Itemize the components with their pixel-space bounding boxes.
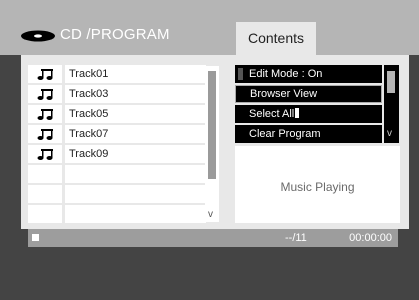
menu-item-label: Select All xyxy=(249,108,295,120)
music-note-cell xyxy=(28,105,62,123)
scrollbar-thumb[interactable] xyxy=(387,71,395,93)
track-label: Track09 xyxy=(69,148,109,160)
stop-icon xyxy=(32,234,39,241)
scroll-down-indicator: v xyxy=(387,128,392,139)
music-note-cell xyxy=(28,85,62,103)
empty-cell xyxy=(28,165,62,183)
music-note-icon xyxy=(37,109,53,120)
track-label: Track03 xyxy=(69,88,109,100)
music-note-icon xyxy=(37,69,53,80)
track-row[interactable]: Track07 xyxy=(28,125,206,143)
music-note-cell xyxy=(28,65,62,83)
menu-item-label: Clear Program xyxy=(249,128,321,140)
empty-cell xyxy=(28,185,62,203)
track-label: Track05 xyxy=(69,108,109,120)
music-note-icon xyxy=(37,149,53,160)
empty-row xyxy=(28,205,206,223)
empty-cell xyxy=(180,205,204,223)
status-bar: --/11 00:00:00 xyxy=(28,229,398,247)
track-extra-cell xyxy=(180,85,204,103)
track-row[interactable]: Track03 xyxy=(28,85,206,103)
empty-row xyxy=(28,185,206,203)
text-cursor xyxy=(295,108,300,118)
track-label: Track07 xyxy=(69,128,109,140)
empty-cell xyxy=(180,165,204,183)
track-extra-cell xyxy=(180,125,204,143)
track-row[interactable]: Track05 xyxy=(28,105,206,123)
track-row[interactable]: Track09 xyxy=(28,145,206,163)
header-bar: CD /PROGRAM Contents xyxy=(0,0,419,55)
music-note-icon xyxy=(37,89,53,100)
track-extra-cell xyxy=(180,65,204,83)
scroll-down-indicator: v xyxy=(208,209,213,220)
empty-row xyxy=(28,165,206,183)
menu-item-label: Edit Mode : On xyxy=(249,68,323,80)
track-extra-cell xyxy=(180,145,204,163)
elapsed-time: 00:00:00 xyxy=(349,232,392,244)
menu-item-browser-view[interactable]: Browser View xyxy=(235,85,382,103)
scrollbar-thumb[interactable] xyxy=(208,71,216,179)
music-note-icon xyxy=(37,129,53,140)
cd-program-screen: CD /PROGRAM Contents Track01 Track03 Tra… xyxy=(0,0,419,300)
menu-scrollbar[interactable]: v xyxy=(384,65,399,143)
tab-contents[interactable]: Contents xyxy=(236,22,316,55)
music-note-cell xyxy=(28,145,62,163)
menu-item-edit-mode[interactable]: Edit Mode : On xyxy=(235,65,382,83)
menu-item-select-all[interactable]: Select All xyxy=(235,105,382,123)
playback-status-text: Music Playing xyxy=(280,180,355,194)
menu-item-clear-program[interactable]: Clear Program xyxy=(235,125,382,143)
empty-cell xyxy=(28,205,62,223)
track-list-scrollbar[interactable]: v xyxy=(205,66,219,222)
menu-item-label: Browser View xyxy=(250,88,318,100)
menu-marker xyxy=(238,68,243,80)
disc-icon xyxy=(21,30,55,42)
track-row[interactable]: Track01 xyxy=(28,65,206,83)
track-count: --/11 xyxy=(285,232,307,244)
context-menu: Edit Mode : On Browser View Select All C… xyxy=(235,65,382,145)
playback-status-panel: Music Playing xyxy=(235,146,400,223)
page-title: CD /PROGRAM xyxy=(60,26,170,43)
track-label: Track01 xyxy=(69,68,109,80)
empty-cell xyxy=(180,185,204,203)
music-note-cell xyxy=(28,125,62,143)
track-extra-cell xyxy=(180,105,204,123)
